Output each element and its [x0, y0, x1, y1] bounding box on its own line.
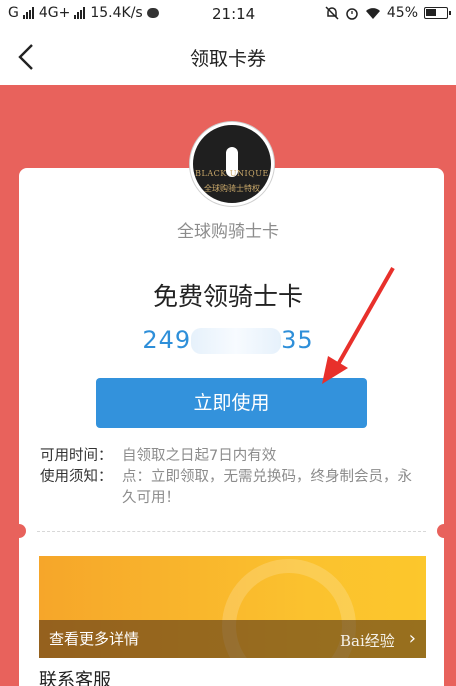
- signal-icon: [22, 7, 34, 19]
- logo-brand: BLACK UNIQUE: [195, 169, 269, 178]
- info-value: 自领取之日起7日内有效: [122, 448, 277, 464]
- network-speed: 15.4K/s: [90, 5, 143, 21]
- info-value: 点：立即领取，无需兑换码，终身制会员，永久可用！: [122, 469, 412, 506]
- logo-brand-cn: 全球购骑士特权: [204, 184, 260, 193]
- info-label: 可用时间：: [40, 448, 113, 464]
- battery-icon: [424, 7, 451, 19]
- merchant-logo: BLACK UNIQUE 全球购骑士特权: [190, 122, 274, 206]
- page-title: 领取卡券: [189, 48, 266, 70]
- wifi-icon: [365, 7, 380, 19]
- status-right: 45%: [325, 5, 451, 21]
- nav-bar: 领取卡券: [0, 30, 456, 85]
- code-prefix: 249: [142, 326, 192, 354]
- card-code: 249 35: [0, 326, 456, 354]
- code-redaction: [191, 328, 282, 354]
- card-name: 全球购骑士卡: [177, 222, 279, 242]
- watermark: Bai经验: [340, 632, 395, 650]
- info-row-time: 可用时间： 自领取之日起7日内有效: [40, 446, 412, 467]
- mute-bell-icon: [325, 6, 339, 20]
- carrier-label: G: [8, 5, 19, 21]
- status-left: G 4G+ 15.4K/s: [8, 5, 159, 21]
- view-details-label: 查看更多详情: [49, 630, 140, 648]
- network-label: 4G+: [38, 5, 71, 21]
- signal-icon-2: [74, 7, 86, 19]
- info-label: 使用须知：: [40, 469, 113, 485]
- info-row-notice: 使用须知： 点：立即领取，无需兑换码，终身制会员，永久可用！: [40, 467, 412, 509]
- card-divider: [37, 531, 426, 532]
- battery-percent: 45%: [386, 5, 418, 21]
- chevron-right-icon: ›: [408, 628, 416, 649]
- clock: 21:14: [212, 5, 256, 23]
- card-notch-left: [12, 524, 26, 538]
- code-suffix: 35: [281, 326, 314, 354]
- use-now-button[interactable]: 立即使用: [96, 378, 367, 428]
- alarm-icon: [346, 8, 358, 20]
- card-notch-right: [437, 524, 451, 538]
- status-bar: G 4G+ 15.4K/s 21:14 45%: [0, 0, 456, 30]
- card-headline: 免费领骑士卡: [152, 282, 303, 311]
- contact-support-link[interactable]: 联系客服: [39, 666, 111, 686]
- message-icon: [146, 8, 159, 18]
